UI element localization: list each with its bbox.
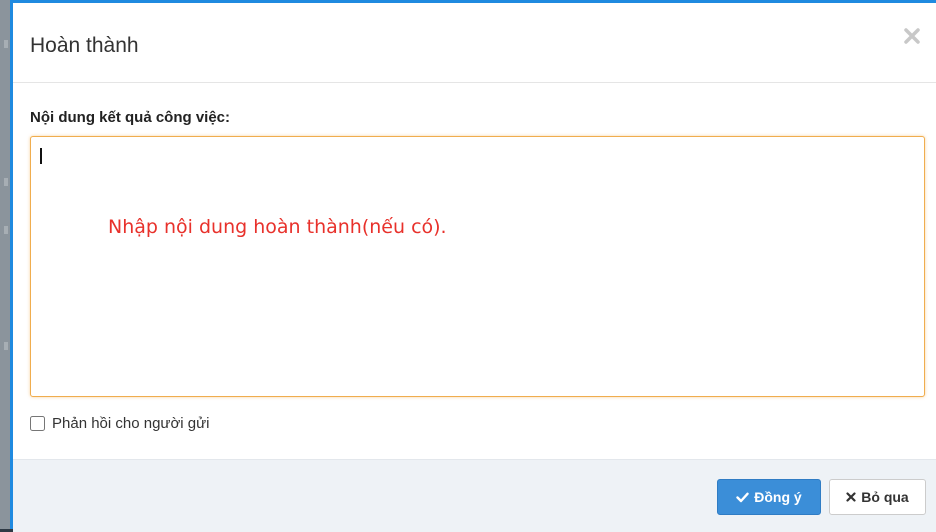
dialog-title: Hoàn thành — [30, 34, 139, 57]
dialog-body: Nội dung kết quả công việc: Nhập nội dun… — [13, 83, 936, 459]
result-content-textarea[interactable] — [30, 136, 925, 397]
cancel-button[interactable]: Bỏ qua — [829, 479, 926, 515]
check-icon — [736, 492, 749, 503]
dialog-header: Hoàn thành — [13, 3, 936, 83]
feedback-checkbox[interactable] — [30, 415, 45, 431]
backdrop-mark — [4, 226, 8, 234]
close-icon[interactable] — [902, 26, 922, 46]
text-caret — [40, 148, 42, 164]
textarea-wrapper: Nhập nội dung hoàn thành(nếu có). — [30, 136, 925, 397]
dialog-footer: Đồng ý Bỏ qua — [13, 459, 936, 532]
feedback-option: Phản hồi cho người gửi — [30, 413, 210, 433]
content-label: Nội dung kết quả công việc: — [30, 109, 231, 126]
feedback-label: Phản hồi cho người gửi — [52, 414, 210, 432]
times-icon — [846, 492, 856, 502]
backdrop-mark — [4, 342, 8, 350]
agree-button[interactable]: Đồng ý — [717, 479, 821, 515]
backdrop-mark — [4, 40, 8, 48]
agree-button-label: Đồng ý — [754, 489, 802, 505]
cancel-button-label: Bỏ qua — [861, 489, 909, 505]
complete-task-dialog: Hoàn thành Nội dung kết quả công việc: N… — [10, 0, 936, 532]
backdrop-mark — [4, 178, 8, 186]
